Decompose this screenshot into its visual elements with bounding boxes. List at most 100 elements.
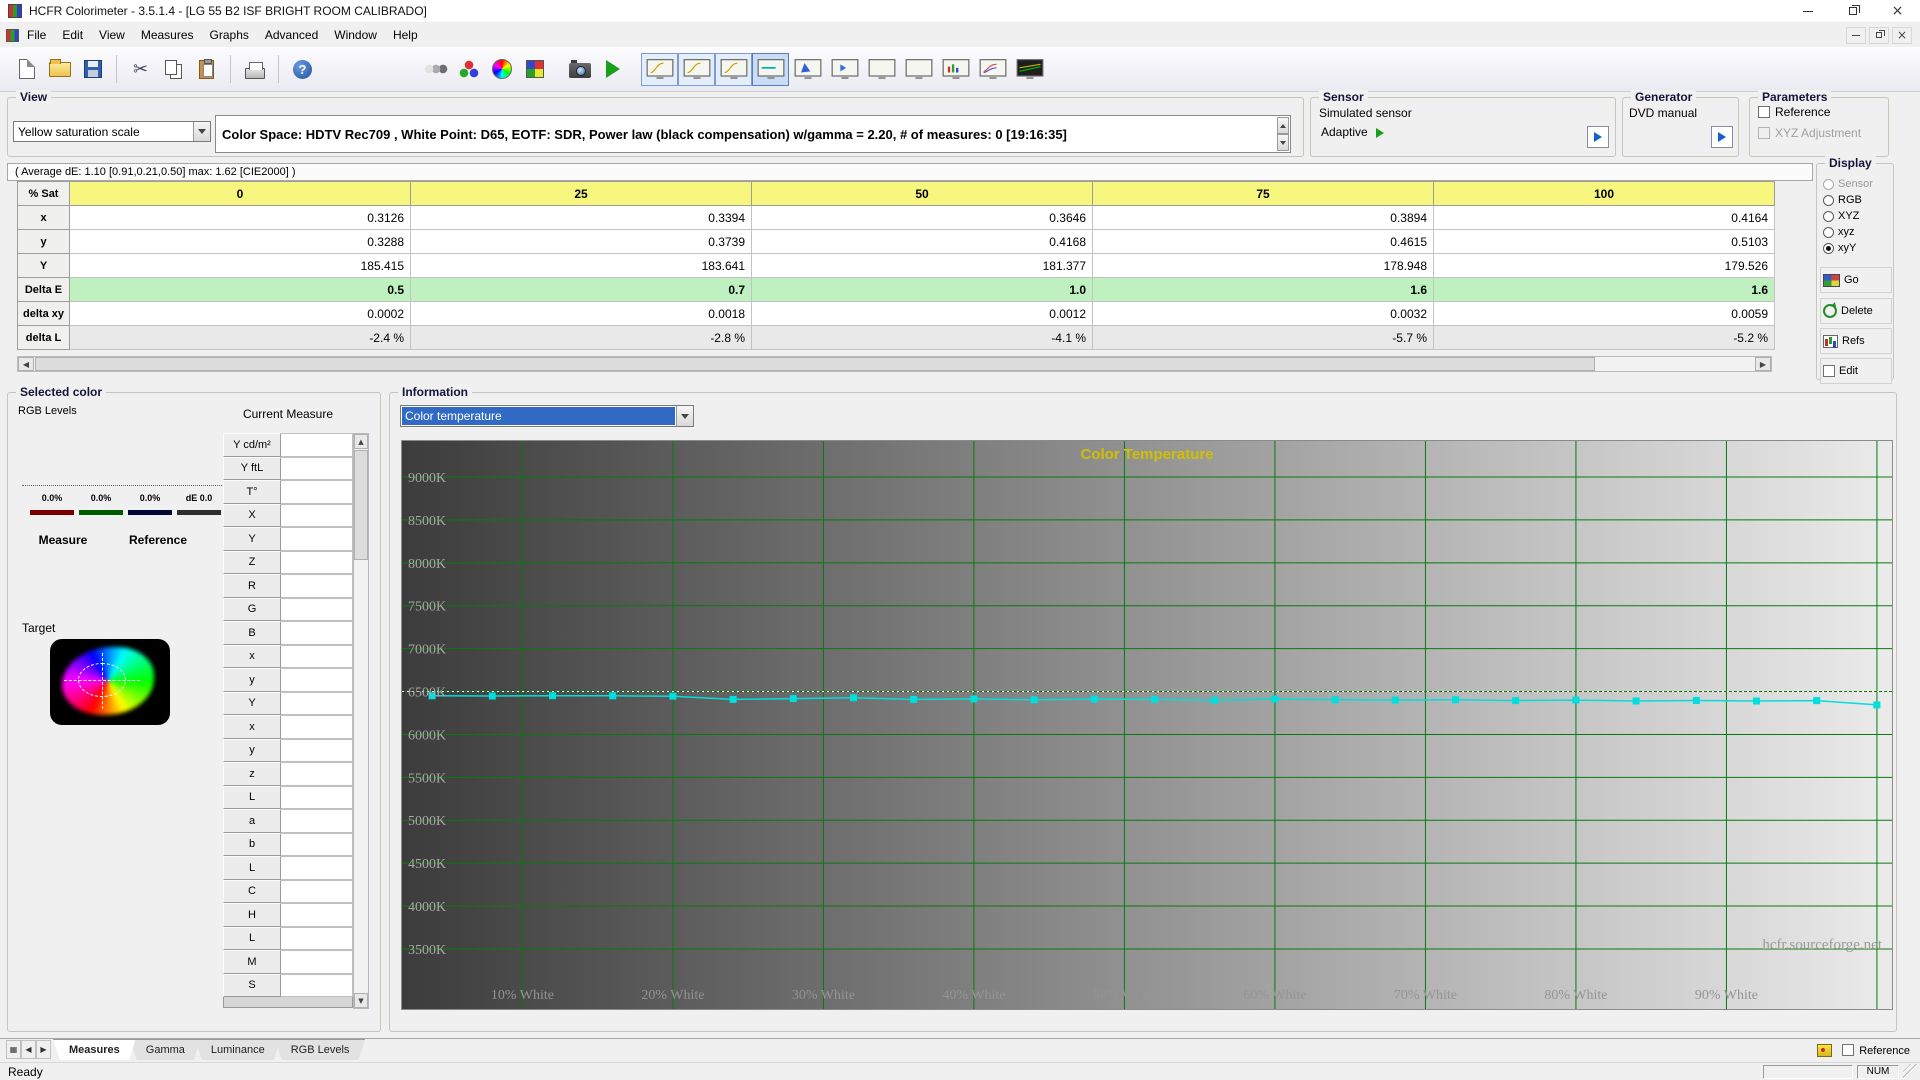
radio-icon[interactable] bbox=[1823, 226, 1834, 238]
document-icon[interactable] bbox=[6, 28, 19, 42]
go-button[interactable]: Go bbox=[1820, 267, 1892, 293]
measure-cell[interactable]: 0.4164 bbox=[1433, 205, 1775, 230]
reference-checkbox[interactable] bbox=[1758, 106, 1770, 118]
mdi-close-button[interactable]: × bbox=[1892, 26, 1912, 44]
menu-item-measures[interactable]: Measures bbox=[133, 23, 202, 47]
measure-cell[interactable]: 0.0012 bbox=[751, 301, 1093, 326]
measure-cell[interactable]: 0.3894 bbox=[1092, 205, 1434, 230]
display-radio-xyz[interactable]: xyz bbox=[1817, 224, 1893, 240]
column-header-75[interactable]: 75 bbox=[1092, 181, 1434, 206]
colortemp-chart-button[interactable] bbox=[752, 52, 789, 86]
measure-cell[interactable]: 0.5 bbox=[69, 277, 411, 302]
scroll-right-button[interactable]: ▶ bbox=[1755, 357, 1771, 371]
display-radio-xyz[interactable]: XYZ bbox=[1817, 208, 1893, 224]
menu-item-window[interactable]: Window bbox=[326, 23, 385, 47]
reference-checkbox-row[interactable]: Reference bbox=[1758, 105, 1830, 119]
sensor-config-button[interactable] bbox=[419, 53, 452, 86]
measure-cell[interactable]: -2.4 % bbox=[69, 325, 411, 350]
free-measures-button[interactable] bbox=[1011, 53, 1048, 86]
measure-cell[interactable]: 183.641 bbox=[410, 253, 752, 278]
nearwhite-chart-button[interactable] bbox=[900, 53, 937, 86]
measures-grid-button[interactable] bbox=[826, 53, 863, 86]
menu-item-edit[interactable]: Edit bbox=[54, 23, 91, 47]
menu-item-file[interactable]: File bbox=[19, 23, 54, 47]
chevron-down-icon[interactable] bbox=[193, 122, 210, 141]
print-button[interactable] bbox=[238, 53, 271, 86]
pattern-generator-button[interactable] bbox=[518, 53, 551, 86]
copy-button[interactable] bbox=[157, 53, 190, 86]
measure-cell[interactable]: 0.3394 bbox=[410, 205, 752, 230]
measure-cell[interactable]: 0.3646 bbox=[751, 205, 1093, 230]
open-file-button[interactable] bbox=[43, 53, 76, 86]
measure-cell[interactable]: 0.3288 bbox=[69, 229, 411, 254]
radio-icon[interactable] bbox=[1823, 242, 1834, 254]
start-measure-button[interactable] bbox=[596, 53, 629, 86]
current-measure-scrollbar[interactable]: ▲ ▼ bbox=[353, 433, 369, 1009]
menu-item-help[interactable]: Help bbox=[385, 23, 426, 47]
radio-icon[interactable] bbox=[1823, 194, 1834, 206]
save-button[interactable] bbox=[76, 53, 109, 86]
measure-cell[interactable]: 1.6 bbox=[1433, 277, 1775, 302]
column-header-25[interactable]: 25 bbox=[410, 181, 752, 206]
menu-item-advanced[interactable]: Advanced bbox=[257, 23, 326, 47]
tab-list-button[interactable]: ▦ bbox=[6, 1040, 21, 1059]
chevron-down-icon[interactable] bbox=[676, 406, 693, 426]
spin-down-button[interactable] bbox=[1277, 134, 1289, 151]
primaries-button[interactable] bbox=[452, 53, 485, 86]
measure-cell[interactable]: 0.5103 bbox=[1433, 229, 1775, 254]
column-header-50[interactable]: 50 bbox=[751, 181, 1093, 206]
measure-cell[interactable]: 0.0018 bbox=[410, 301, 752, 326]
snapshot-button[interactable] bbox=[563, 53, 596, 86]
tab-scroll-right-button[interactable]: ▶ bbox=[36, 1040, 51, 1059]
reference-toggle-checkbox[interactable] bbox=[1842, 1044, 1855, 1056]
cut-button[interactable] bbox=[124, 53, 157, 86]
luminance-chart-button[interactable] bbox=[641, 52, 678, 86]
tab-gamma[interactable]: Gamma bbox=[130, 1039, 201, 1060]
contrast-chart-button[interactable] bbox=[863, 53, 900, 86]
measure-cell[interactable]: 0.0032 bbox=[1092, 301, 1434, 326]
refs-button[interactable]: Refs bbox=[1820, 328, 1892, 354]
measure-cell[interactable]: 1.6 bbox=[1092, 277, 1434, 302]
menu-item-view[interactable]: View bbox=[91, 23, 133, 47]
spin-up-button[interactable] bbox=[1277, 117, 1289, 134]
measure-cell[interactable]: 181.377 bbox=[751, 253, 1093, 278]
mdi-minimize-button[interactable] bbox=[1846, 26, 1866, 44]
edit-button[interactable]: Edit bbox=[1820, 358, 1892, 384]
measure-cell[interactable]: 0.4615 bbox=[1092, 229, 1434, 254]
scroll-up-button[interactable]: ▲ bbox=[354, 434, 368, 449]
menu-item-graphs[interactable]: Graphs bbox=[202, 23, 257, 47]
cie-chart-button[interactable] bbox=[789, 53, 826, 86]
measure-cell[interactable]: -5.7 % bbox=[1092, 325, 1434, 350]
column-header-0[interactable]: 0 bbox=[69, 181, 411, 206]
tab-rgb-levels[interactable]: RGB Levels bbox=[275, 1039, 366, 1060]
column-header-100[interactable]: 100 bbox=[1433, 181, 1775, 206]
measure-cell[interactable]: 0.3126 bbox=[69, 205, 411, 230]
measure-cell[interactable]: -5.2 % bbox=[1433, 325, 1775, 350]
measure-cell[interactable]: -2.8 % bbox=[410, 325, 752, 350]
measure-cell[interactable]: 0.3739 bbox=[410, 229, 752, 254]
paste-button[interactable] bbox=[190, 53, 223, 86]
measure-cell[interactable]: 0.7 bbox=[410, 277, 752, 302]
measure-cell[interactable]: -4.1 % bbox=[751, 325, 1093, 350]
resize-grip[interactable] bbox=[1903, 1064, 1918, 1079]
measure-cell[interactable]: 185.415 bbox=[69, 253, 411, 278]
new-document-button[interactable] bbox=[10, 53, 43, 86]
tab-scroll-left-button[interactable]: ◀ bbox=[21, 1040, 36, 1059]
restore-button[interactable] bbox=[1830, 0, 1875, 23]
display-radio-xyy[interactable]: xyY bbox=[1817, 240, 1893, 256]
color-wheel-button[interactable] bbox=[485, 53, 518, 86]
reference-toggle-row[interactable]: Reference bbox=[1842, 1044, 1910, 1057]
generator-config-button[interactable] bbox=[1711, 126, 1733, 148]
rgb-levels-chart-button[interactable] bbox=[937, 53, 974, 86]
information-dropdown[interactable]: Color temperature bbox=[400, 405, 694, 427]
table-horizontal-scrollbar[interactable]: ◀ ▶ bbox=[17, 356, 1772, 372]
measure-cell[interactable]: 0.0002 bbox=[69, 301, 411, 326]
radio-icon[interactable] bbox=[1823, 210, 1834, 222]
measure-cell[interactable]: 0.4168 bbox=[751, 229, 1093, 254]
measure-cell[interactable]: 1.0 bbox=[751, 277, 1093, 302]
measure-cell[interactable]: 178.948 bbox=[1092, 253, 1434, 278]
delete-button[interactable]: Delete bbox=[1820, 298, 1892, 324]
close-button[interactable]: × bbox=[1875, 0, 1920, 23]
scroll-down-button[interactable]: ▼ bbox=[354, 993, 368, 1008]
gamma-chart-button[interactable] bbox=[678, 52, 715, 86]
